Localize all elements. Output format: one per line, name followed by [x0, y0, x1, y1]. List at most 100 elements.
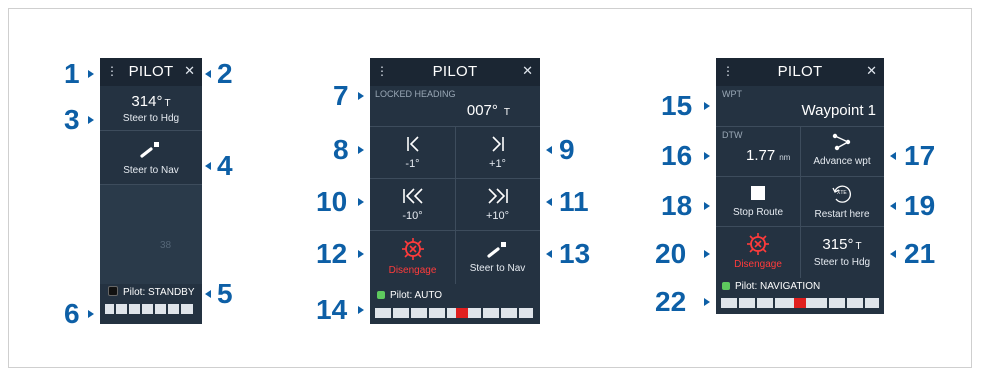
plus-10-label: +10°: [485, 210, 510, 222]
steer-to-hdg-label: Steer to Hdg: [122, 113, 180, 124]
callout-arrow-right: [358, 146, 364, 154]
status-indicator: [377, 291, 385, 299]
locked-heading-label: LOCKED HEADING: [375, 89, 456, 99]
rudder-indicator: [456, 308, 468, 318]
steer-to-nav-button[interactable]: Steer to Nav: [100, 130, 202, 184]
callout-21: 21: [904, 238, 936, 269]
callout-arrow-right: [88, 116, 94, 124]
wpt-label: WPT: [722, 89, 742, 99]
steer-to-nav-label: Steer to Nav: [469, 263, 526, 274]
callout-4: 4: [217, 150, 233, 181]
callout-20: 20: [655, 238, 687, 269]
panel-title: PILOT: [777, 63, 823, 80]
restart-here-label: Restart here: [814, 209, 870, 220]
callout-arrow-right: [704, 298, 710, 306]
disengage-label: Disengage: [388, 265, 437, 276]
close-icon[interactable]: ✕: [866, 63, 877, 79]
callout-arrow-right: [88, 70, 94, 78]
callout-2: 2: [217, 58, 233, 89]
pilot-panel-standby: ⋮ PILOT ✕ 314° T Steer to Hdg Steer to Na…: [100, 58, 202, 324]
locked-heading-value: 007°: [466, 102, 498, 119]
dtw-field: DTW 1.77 nm: [716, 126, 800, 176]
callout-6: 6: [64, 298, 80, 329]
callout-arrow-left: [546, 198, 552, 206]
panel-header: ⋮ PILOT ✕: [100, 58, 202, 86]
depth-sounding: 38: [160, 240, 172, 251]
double-step-left-icon: [402, 188, 424, 204]
disengage-button[interactable]: Disengage: [370, 230, 455, 284]
restart-here-button[interactable]: XTE Restart here: [800, 176, 884, 226]
advance-waypoint-icon: [832, 133, 852, 151]
steer-to-nav-icon: [486, 241, 510, 259]
callout-12: 12: [316, 238, 348, 269]
helm-disengage-icon: [401, 237, 425, 261]
callout-arrow-right: [704, 102, 710, 110]
helm-disengage-icon: [746, 232, 770, 256]
disengage-button[interactable]: Disengage: [716, 226, 800, 278]
waypoint-row: WPT Waypoint 1: [716, 86, 884, 126]
callout-arrow-right: [704, 202, 710, 210]
steer-to-hdg-label: Steer to Hdg: [813, 257, 871, 268]
minus-10-label: -10°: [402, 210, 423, 222]
callout-5: 5: [217, 278, 233, 309]
step-right-icon: [490, 136, 506, 152]
pilot-panel-navigation: ⋮ PILOT ✕ WPT Waypoint 1 DTW 1.77 nm Adva…: [716, 58, 884, 314]
chart-background-area: 38: [100, 184, 202, 284]
callout-arrow-right: [358, 306, 364, 314]
plus-1-button[interactable]: +1°: [455, 126, 540, 178]
status-indicator: [108, 286, 118, 296]
callout-arrow-left: [205, 70, 211, 78]
callout-22: 22: [655, 286, 687, 317]
callout-arrow-left: [205, 290, 211, 298]
pilot-panel-auto: ⋮ PILOT ✕ LOCKED HEADING 007° T -1° +1° -…: [370, 58, 540, 324]
dtw-label: DTW: [722, 130, 743, 140]
callout-arrow-right: [358, 92, 364, 100]
advance-wpt-label: Advance wpt: [813, 156, 871, 167]
callout-11: 11: [559, 186, 589, 217]
callout-7: 7: [333, 80, 349, 111]
steer-to-nav-button[interactable]: Steer to Nav: [455, 230, 540, 284]
callout-13: 13: [559, 238, 591, 269]
minus-1-button[interactable]: -1°: [370, 126, 455, 178]
plus-1-label: +1°: [489, 158, 506, 170]
plus-10-button[interactable]: +10°: [455, 178, 540, 230]
callout-3: 3: [64, 104, 80, 135]
panel-header: ⋮ PILOT ✕: [370, 58, 540, 86]
pilot-status: Pilot: AUTO: [377, 290, 442, 301]
advance-wpt-button[interactable]: Advance wpt: [800, 126, 884, 176]
restart-xte-icon: XTE: [831, 183, 853, 205]
steer-to-hdg-button[interactable]: 314° T Steer to Hdg: [100, 86, 202, 130]
double-step-right-icon: [487, 188, 509, 204]
callout-arrow-left: [890, 152, 896, 160]
rudder-bar: [105, 304, 193, 314]
callout-16: 16: [661, 140, 693, 171]
callout-arrow-right: [358, 250, 364, 258]
locked-heading-row: LOCKED HEADING 007° T: [370, 86, 540, 126]
rudder-indicator: [794, 298, 806, 308]
steer-to-nav-icon: [139, 141, 163, 159]
callout-10: 10: [316, 186, 348, 217]
divider: [455, 126, 456, 284]
pilot-status: Pilot: NAVIGATION: [722, 281, 820, 292]
dtw-unit: nm: [779, 153, 791, 162]
steer-to-nav-label: Steer to Nav: [123, 165, 179, 176]
callout-arrow-right: [704, 250, 710, 258]
divider: [800, 126, 801, 278]
callout-1: 1: [64, 58, 80, 89]
callout-arrow-left: [890, 250, 896, 258]
callout-17: 17: [904, 140, 936, 171]
heading-value: 315°: [822, 236, 854, 253]
panel-header: ⋮ PILOT ✕: [716, 58, 884, 86]
minus-1-label: -1°: [405, 158, 420, 170]
callout-14: 14: [316, 294, 348, 325]
callout-arrow-right: [88, 310, 94, 318]
heading-value: 314°: [131, 93, 163, 110]
minus-10-button[interactable]: -10°: [370, 178, 455, 230]
steer-to-hdg-button[interactable]: 315° T Steer to Hdg: [800, 226, 884, 278]
locked-heading-unit: T: [503, 107, 510, 118]
close-icon[interactable]: ✕: [184, 63, 195, 79]
callout-arrow-left: [890, 202, 896, 210]
callout-18: 18: [661, 190, 693, 221]
stop-route-button[interactable]: Stop Route: [716, 176, 800, 226]
close-icon[interactable]: ✕: [522, 63, 533, 79]
